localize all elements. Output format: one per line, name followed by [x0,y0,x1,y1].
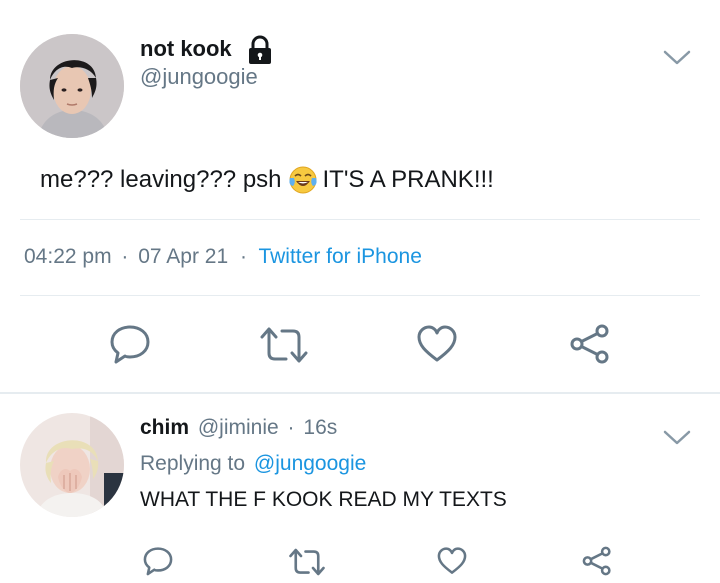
tweet-source-link[interactable]: Twitter for iPhone [258,245,421,268]
meta-separator: · [240,245,247,268]
divider [20,295,700,296]
reply-author-name[interactable]: chim [140,416,189,439]
like-icon[interactable] [415,324,459,364]
divider [20,219,700,220]
tears-of-joy-emoji-icon [288,165,318,195]
share-icon[interactable] [568,323,612,365]
reply-share-icon[interactable] [581,545,613,577]
reply-reply-icon[interactable] [142,545,174,577]
tweet-date: 07 Apr 21 [138,245,229,268]
reply-avatar[interactable] [20,413,124,517]
tweet-text: me??? leaving??? psh IT'S A PRANK!!! [40,165,494,195]
tweet-time: 04:22 pm [24,245,112,268]
reply-like-icon[interactable] [436,546,468,576]
replying-to: Replying to @jungoogie [140,452,366,476]
chevron-down-icon[interactable] [662,48,692,68]
reply-chevron-down-icon[interactable] [662,428,692,448]
tweet-text-part-2: IT'S A PRANK!!! [322,166,494,193]
replying-to-label: Replying to [140,452,246,475]
reply-retweet-icon[interactable] [287,547,327,577]
lock-icon [244,34,276,66]
tweet-text-part-1: me??? leaving??? psh [40,166,282,193]
reply-handle[interactable]: @jiminie [198,416,279,439]
reply-icon[interactable] [108,323,152,365]
author-name[interactable]: not kook [140,36,232,62]
reply-text: WHAT THE F KOOK READ MY TEXTS [140,488,507,511]
retweet-icon[interactable] [258,325,310,365]
reply-time[interactable]: 16s [303,416,337,439]
handle[interactable]: @jungoogie [140,64,258,90]
meta-separator: · [287,416,295,439]
reply-header: chim @jiminie · 16s [140,416,337,440]
replying-to-handle[interactable]: @jungoogie [254,452,366,475]
meta-separator: · [121,245,129,268]
tweet-meta: 04:22 pm · 07 Apr 21 · Twitter for iPhon… [24,245,422,269]
section-divider [0,392,720,394]
avatar[interactable] [20,34,124,138]
